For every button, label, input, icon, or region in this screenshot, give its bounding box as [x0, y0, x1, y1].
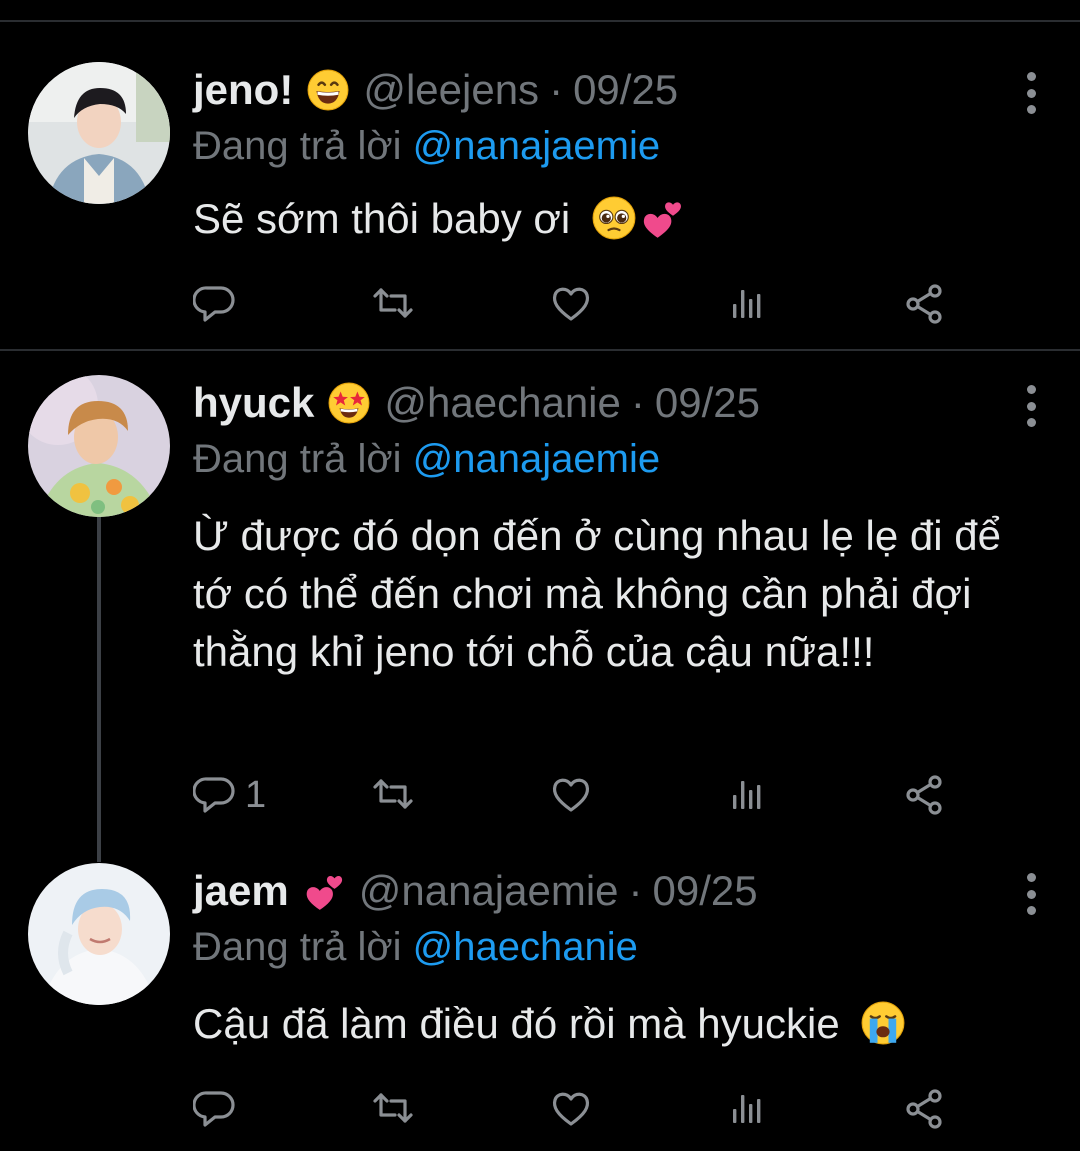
share-button[interactable]	[903, 1085, 947, 1133]
mention-link[interactable]: @nanajaemie	[413, 437, 660, 481]
like-button[interactable]	[549, 771, 593, 819]
stats-icon	[733, 1095, 761, 1123]
mention-link[interactable]: @haechanie	[413, 925, 638, 969]
heart-icon	[552, 287, 590, 321]
replying-to: Đang trả lời @haechanie	[193, 925, 638, 970]
action-bar: 1	[193, 771, 953, 819]
retweet-button[interactable]	[369, 771, 417, 819]
display-name[interactable]: jaem	[193, 867, 289, 915]
replying-prefix: Đang trả lời	[193, 124, 402, 168]
separator: ·	[628, 867, 643, 914]
tweet-hyuck[interactable]: hyuck @haechanie · 09/25 Đang trả lời @n…	[0, 375, 1080, 845]
more-options-icon[interactable]	[1024, 385, 1038, 427]
tweet-text: Cậu đã làm điều đó rồi mà hyuckie	[193, 995, 1043, 1060]
tweet-text: Sẽ sớm thôi baby ơi	[193, 190, 1043, 255]
avatar[interactable]	[28, 863, 170, 1005]
tweet-text-content: Ừ được đó dọn đến ở cùng nhau lẹ lẹ đi đ…	[193, 512, 1001, 675]
tweet-jeno[interactable]: jeno! @leejens · 09/25 Đang trả lời @nan…	[0, 62, 1080, 350]
reply-button[interactable]: 1	[193, 771, 266, 819]
retweet-icon	[373, 288, 413, 318]
retweet-icon	[373, 779, 413, 809]
top-divider	[0, 20, 1080, 22]
display-name[interactable]: jeno!	[193, 66, 293, 114]
retweet-button[interactable]	[369, 280, 417, 328]
heart-icon	[552, 778, 590, 812]
user-handle[interactable]: @haechanie	[384, 379, 620, 427]
grinning-face-emoji	[307, 69, 350, 111]
stats-button[interactable]	[727, 1085, 767, 1133]
stats-icon	[733, 781, 761, 809]
stats-icon	[733, 290, 761, 318]
share-icon	[906, 284, 942, 324]
retweet-button[interactable]	[369, 1085, 417, 1133]
like-button[interactable]	[549, 280, 593, 328]
display-name[interactable]: hyuck	[193, 379, 314, 427]
tweet-jaem[interactable]: jaem @nanajaemie · 09/25 Đang trả lời @h…	[0, 863, 1080, 1151]
share-button[interactable]	[903, 771, 947, 819]
share-icon	[906, 775, 942, 815]
more-options-icon[interactable]	[1024, 873, 1038, 915]
tweet-text-content: Sẽ sớm thôi baby ơi	[193, 195, 571, 242]
like-button[interactable]	[549, 1085, 593, 1133]
stats-button[interactable]	[727, 771, 767, 819]
action-bar	[193, 1085, 953, 1133]
replying-prefix: Đang trả lời	[193, 437, 402, 481]
separator: ·	[549, 66, 564, 113]
tweet-date[interactable]: 09/25	[573, 66, 678, 114]
tweet-text: Ừ được đó dọn đến ở cùng nhau lẹ lẹ đi đ…	[193, 507, 1043, 681]
share-button[interactable]	[903, 280, 947, 328]
loudly-crying-face-emoji	[861, 1000, 906, 1060]
user-handle[interactable]: @leejens	[363, 66, 539, 114]
avatar[interactable]	[28, 62, 170, 204]
replying-prefix: Đang trả lời	[193, 925, 402, 969]
action-bar	[193, 280, 953, 328]
reply-button[interactable]	[193, 1085, 237, 1133]
user-handle[interactable]: @nanajaemie	[359, 867, 619, 915]
two-hearts-emoji	[640, 196, 684, 255]
star-struck-emoji	[328, 382, 370, 424]
stats-button[interactable]	[727, 280, 767, 328]
tweet-divider	[0, 349, 1080, 351]
heart-icon	[552, 1092, 590, 1126]
reply-button[interactable]	[193, 280, 237, 328]
more-options-icon[interactable]	[1024, 72, 1038, 114]
reply-icon	[193, 777, 235, 813]
pleading-face-emoji	[591, 196, 636, 255]
reply-icon	[193, 1091, 235, 1127]
replying-to: Đang trả lời @nanajaemie	[193, 437, 660, 482]
reply-count: 1	[245, 773, 267, 816]
avatar[interactable]	[28, 375, 170, 517]
tweet-date[interactable]: 09/25	[655, 379, 760, 427]
two-hearts-emoji	[303, 870, 345, 912]
reply-icon	[193, 286, 235, 322]
tweet-text-content: Cậu đã làm điều đó rồi mà hyuckie	[193, 1000, 840, 1047]
retweet-icon	[373, 1093, 413, 1123]
tweet-date[interactable]: 09/25	[653, 867, 758, 915]
separator: ·	[630, 379, 645, 426]
mention-link[interactable]: @nanajaemie	[413, 124, 660, 168]
share-icon	[906, 1089, 942, 1129]
replying-to: Đang trả lời @nanajaemie	[193, 124, 660, 169]
